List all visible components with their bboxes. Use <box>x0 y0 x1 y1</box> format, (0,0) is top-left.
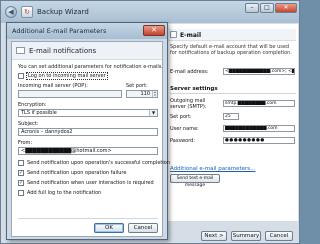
email-address-label: E-mail address: <box>170 69 209 75</box>
smtp-port-label: Set port: <box>170 114 192 120</box>
encryption-label: Encryption: <box>18 102 47 108</box>
maximize-button[interactable]: □ <box>260 3 274 13</box>
acronis-app-icon: ↻ <box>21 6 33 18</box>
option-full-log-row[interactable]: Add full log to the notification <box>18 190 101 196</box>
wizard-title-bar: ◀ ↻ Backup Wizard – □ ✕ <box>1 1 299 23</box>
dialog-cancel-button[interactable]: Cancel <box>128 223 158 233</box>
option-successful-completion-checkbox[interactable] <box>18 160 24 166</box>
incoming-port-field[interactable]: 110 ▴ ▾ <box>126 90 158 98</box>
additional-email-parameters-dialog: Additional E-mail Parameters ✕ E-mail no… <box>6 22 170 240</box>
envelope-icon <box>170 31 177 38</box>
additional-email-parameters-link[interactable]: Additional e-mail parameters... <box>170 166 255 172</box>
option-failure-label[interactable]: Send notification upon operation failure <box>27 170 126 176</box>
option-user-interaction-checkbox[interactable]: ✓ <box>18 180 24 186</box>
back-arrow-icon[interactable]: ◀ <box>5 6 17 18</box>
option-user-interaction-label[interactable]: Send notification when user interaction … <box>27 180 154 186</box>
option-failure-checkbox[interactable]: ✓ <box>18 170 24 176</box>
dialog-title: Additional E-mail Parameters <box>12 27 107 35</box>
summary-button[interactable]: Summary <box>231 231 261 241</box>
subject-field[interactable]: Acronis – dannydos2 <box>18 128 158 136</box>
option-full-log-checkbox[interactable] <box>18 190 24 196</box>
section-divider <box>170 93 296 94</box>
smtp-server-field[interactable]: smtp.████████.com <box>223 100 295 107</box>
option-successful-completion-row[interactable]: Send notification upon operation's succe… <box>18 160 170 166</box>
email-settings-panel: E-mail Specify default e-mail account th… <box>164 24 298 221</box>
subject-label: Subject: <box>18 121 39 127</box>
from-label: From: <box>18 140 33 146</box>
log-on-incoming-label[interactable]: Log on to incoming mail server <box>26 72 108 80</box>
from-field[interactable]: <████████████@hotmail.com> <box>18 147 158 155</box>
log-on-incoming-checkbox-row[interactable]: Log on to incoming mail server <box>18 72 108 80</box>
option-failure-row[interactable]: ✓ Send notification upon operation failu… <box>18 170 126 176</box>
option-user-interaction-row[interactable]: ✓ Send notification when user interactio… <box>18 180 154 186</box>
encryption-value: TLS if possible <box>21 110 57 116</box>
dialog-heading: E-mail notifications <box>29 47 97 55</box>
option-full-log-label[interactable]: Add full log to the notification <box>27 190 101 196</box>
dialog-body: E-mail notifications You can set additio… <box>11 41 170 237</box>
wizard-cancel-button[interactable]: Cancel <box>265 231 293 241</box>
smtp-server-label: Outgoing mail server (SMTP): <box>170 98 207 110</box>
incoming-server-field[interactable] <box>18 90 122 98</box>
incoming-port-value: 110 <box>140 91 150 97</box>
minimize-button[interactable]: – <box>245 3 259 13</box>
close-window-button[interactable]: ✕ <box>275 3 297 13</box>
user-name-label: User name: <box>170 126 199 132</box>
email-panel-title: E-mail <box>180 32 202 39</box>
wizard-title: Backup Wizard <box>37 8 89 16</box>
dialog-divider <box>18 218 158 219</box>
ok-button[interactable]: OK <box>94 223 124 233</box>
send-test-email-button[interactable]: Send test e-mail message <box>170 174 220 188</box>
incoming-server-label: Incoming mail server (POP): <box>18 83 88 89</box>
smtp-port-field[interactable]: 25 <box>223 113 239 120</box>
email-panel-description: Specify default e-mail account that will… <box>170 44 292 56</box>
next-button[interactable]: Next > <box>201 231 227 241</box>
email-panel-header: E-mail <box>168 29 296 41</box>
encryption-dropdown[interactable]: TLS if possible ▼ <box>18 109 158 117</box>
dialog-description: You can set additional parameters for no… <box>18 64 163 70</box>
email-address-field[interactable]: <████████████.com>; <██████████@hotmail.… <box>223 68 295 75</box>
password-label: Password: <box>170 138 196 144</box>
log-on-incoming-checkbox[interactable] <box>18 73 24 79</box>
dialog-title-bar: Additional E-mail Parameters ✕ <box>7 23 167 39</box>
window-controls: – □ ✕ <box>245 3 297 13</box>
chevron-down-icon[interactable]: ▼ <box>149 110 157 116</box>
option-successful-completion-label[interactable]: Send notification upon operation's succe… <box>27 160 170 166</box>
port-spinner-icon[interactable]: ▴ ▾ <box>152 91 157 97</box>
password-field[interactable]: ●●●●●●●●● <box>223 137 295 144</box>
dialog-header: E-mail notifications <box>12 42 162 60</box>
incoming-port-label: Set port: <box>126 83 148 89</box>
server-settings-heading: Server settings <box>170 86 218 92</box>
envelope-icon <box>16 47 25 54</box>
user-name-field[interactable]: ████████████.com <box>223 125 295 132</box>
dialog-close-button[interactable]: ✕ <box>143 25 165 36</box>
